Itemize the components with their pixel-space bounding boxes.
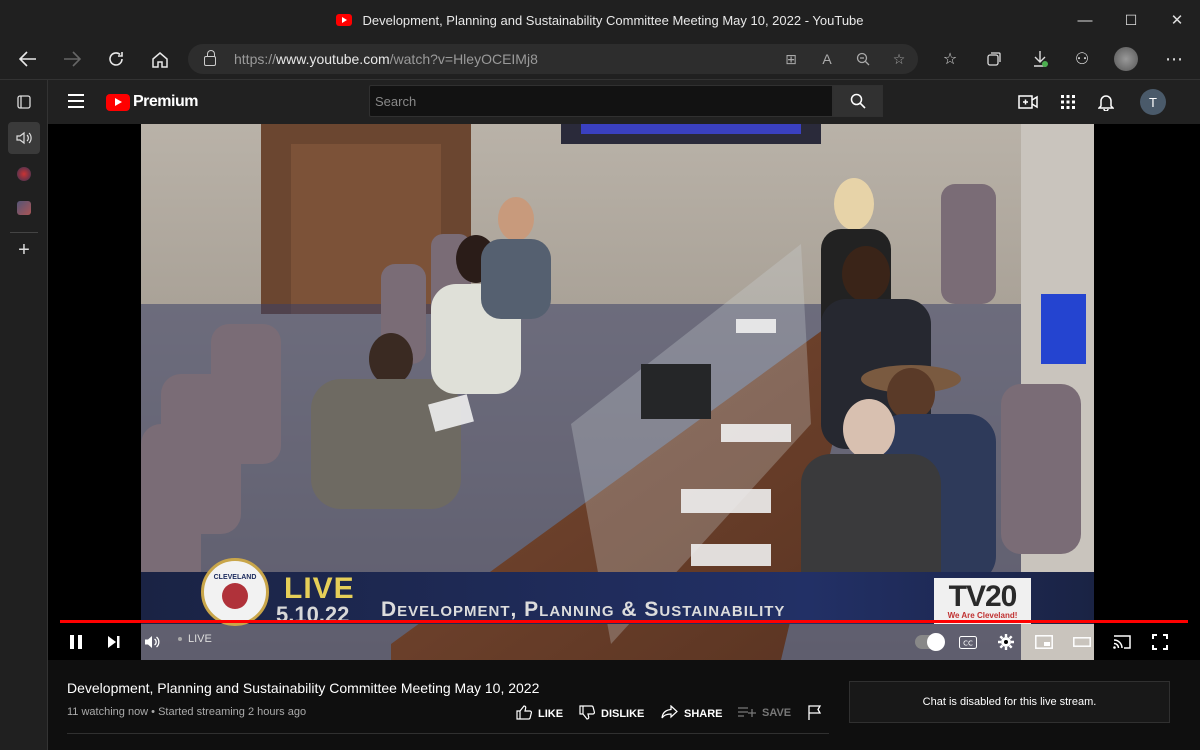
overlay-date: 5.10.22	[276, 602, 350, 627]
audio-tab-speaker-icon[interactable]	[8, 122, 40, 154]
search-icon	[850, 93, 866, 109]
dislike-button[interactable]: DISLIKE	[579, 705, 644, 723]
refresh-button[interactable]	[96, 40, 136, 78]
sidebar-divider	[10, 232, 38, 233]
youtube-premium-logo[interactable]: Premium	[106, 93, 198, 111]
guide-menu-icon[interactable]	[68, 94, 84, 108]
progress-fill	[60, 620, 1188, 623]
search-button[interactable]	[833, 85, 883, 117]
notifications-bell-icon[interactable]	[1094, 90, 1118, 114]
cleveland-city-council-seal: CLEVELAND	[201, 558, 269, 626]
live-dot-icon	[178, 637, 182, 641]
back-button[interactable]	[8, 40, 48, 78]
youtube-favicon-icon	[336, 14, 353, 26]
pause-button[interactable]	[60, 629, 92, 655]
create-video-icon[interactable]	[1016, 90, 1040, 114]
apps-grid-icon[interactable]	[1056, 90, 1080, 114]
save-button[interactable]: SAVE	[738, 705, 791, 721]
extensions-icon[interactable]: ⚇	[1064, 40, 1100, 78]
svg-text:CC: CC	[963, 639, 973, 647]
video-info-section: Development, Planning and Sustainability…	[48, 660, 838, 750]
close-window-button[interactable]: ✕	[1154, 0, 1200, 40]
window-title-bar: Development, Planning and Sustainability…	[0, 0, 1200, 40]
subtitles-cc-button[interactable]: CC	[952, 629, 984, 655]
favorites-icon[interactable]: ☆	[932, 40, 968, 78]
playlist-add-icon	[738, 705, 756, 721]
cast-icon[interactable]	[1106, 629, 1138, 655]
tab-favicon-icon[interactable]	[8, 192, 40, 224]
seal-emblem-icon	[222, 582, 248, 609]
tv20-channel-logo: TV20 We Are Cleveland!	[934, 578, 1031, 624]
address-bar[interactable]: https://www.youtube.com/watch?v=HleyOCEI…	[188, 44, 918, 74]
downloads-icon[interactable]	[1022, 40, 1058, 78]
lock-icon	[204, 50, 216, 66]
settings-gear-icon[interactable]	[990, 629, 1022, 655]
youtube-play-logo-icon	[106, 93, 130, 111]
app-available-icon[interactable]: ⊞	[776, 44, 806, 74]
window-title: Development, Planning and Sustainability…	[362, 12, 864, 28]
mute-button[interactable]	[136, 629, 168, 655]
share-arrow-icon	[661, 704, 678, 722]
video-frame[interactable]: CLEVELAND LIVE 5.10.22 Development, Plan…	[141, 124, 1094, 660]
progress-bar[interactable]	[60, 620, 1188, 623]
youtube-header: Premium Search T	[48, 80, 1200, 124]
video-player[interactable]: CLEVELAND LIVE 5.10.22 Development, Plan…	[48, 124, 1200, 660]
next-button[interactable]	[98, 629, 130, 655]
tab-favicon-icon[interactable]	[8, 158, 40, 190]
theater-mode-button[interactable]	[1066, 629, 1098, 655]
video-title: Development, Planning and Sustainability…	[67, 680, 540, 696]
more-menu-icon[interactable]: ⋯	[1156, 40, 1192, 78]
flag-icon	[808, 705, 822, 724]
fullscreen-button[interactable]	[1144, 629, 1176, 655]
video-meta: 11 watching now • Started streaming 2 ho…	[67, 706, 307, 718]
browser-sidebar: +	[0, 80, 48, 750]
like-button[interactable]: LIKE	[516, 705, 563, 723]
forward-button[interactable]	[52, 40, 92, 78]
new-tab-plus-icon[interactable]: +	[8, 234, 40, 266]
thumbs-down-icon	[579, 705, 596, 723]
add-favorite-icon[interactable]: ☆	[884, 44, 914, 74]
browser-toolbar: https://www.youtube.com/watch?v=HleyOCEI…	[0, 40, 1200, 80]
report-flag-button[interactable]	[808, 705, 828, 724]
chat-disabled-notice: Chat is disabled for this live stream.	[849, 681, 1170, 723]
profile-avatar-icon[interactable]	[1108, 40, 1144, 78]
zoom-icon[interactable]	[848, 44, 878, 74]
tab-actions-icon[interactable]	[8, 86, 40, 118]
collections-icon[interactable]	[976, 40, 1012, 78]
read-aloud-icon[interactable]: A	[812, 44, 842, 74]
autoplay-toggle[interactable]	[915, 633, 945, 651]
miniplayer-button[interactable]	[1028, 629, 1060, 655]
share-button[interactable]: SHARE	[661, 704, 723, 722]
overlay-program-title: Development, Planning & Sustainability	[381, 598, 786, 621]
account-avatar[interactable]: T	[1140, 89, 1166, 115]
minimize-button[interactable]: —	[1062, 0, 1108, 40]
search-input[interactable]: Search	[369, 85, 833, 117]
maximize-button[interactable]: ☐	[1108, 0, 1154, 40]
live-indicator[interactable]: LIVE	[178, 633, 212, 645]
overlay-live-label: LIVE	[284, 572, 355, 605]
url-text: https://www.youtube.com/watch?v=HleyOCEI…	[234, 51, 538, 67]
home-button[interactable]	[140, 40, 180, 78]
info-divider	[67, 733, 829, 734]
thumbs-up-icon	[516, 705, 533, 723]
